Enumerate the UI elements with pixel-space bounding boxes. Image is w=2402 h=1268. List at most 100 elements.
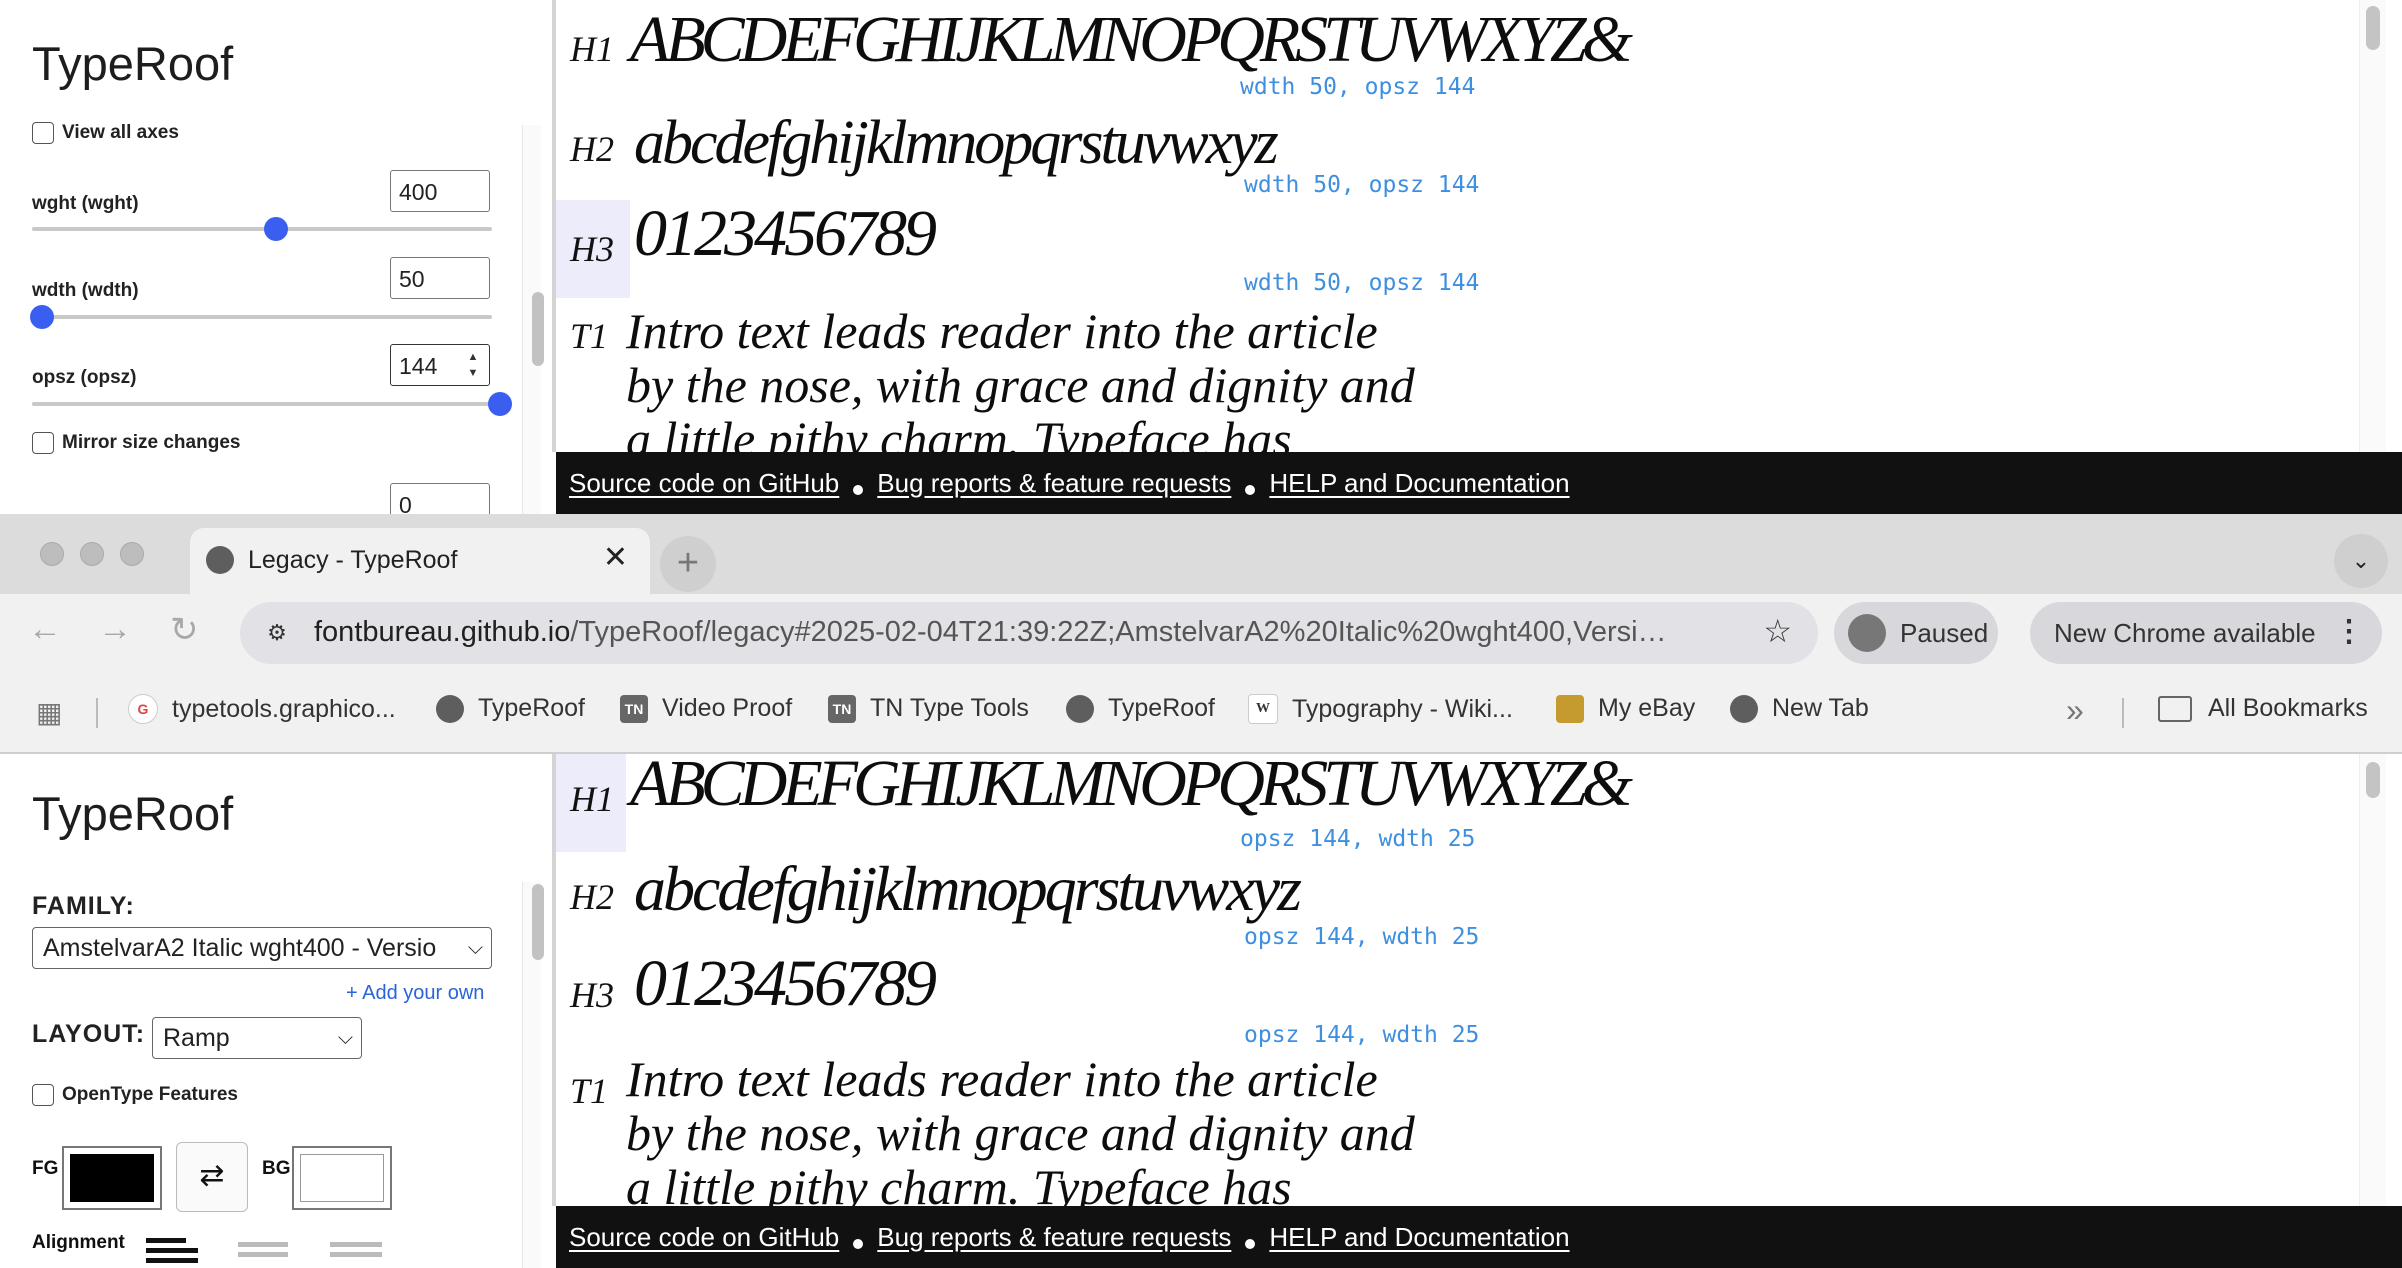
content-scroll-thumb[interactable] — [2366, 6, 2380, 50]
apps-grid-icon[interactable]: ▦ — [36, 696, 62, 729]
kebab-menu-icon[interactable]: ⋮ — [2334, 614, 2364, 649]
intro-paragraph: Intro text leads reader into the article… — [626, 1051, 1415, 1206]
tab-legacy-typeroof[interactable]: Legacy - TypeRoof ✕ — [190, 528, 650, 594]
bookmark-star-icon[interactable]: ☆ — [1763, 612, 1792, 650]
close-icon[interactable]: ✕ — [603, 540, 628, 575]
bookmark-label: New Tab — [1772, 694, 1869, 722]
content-scrollbar[interactable] — [2359, 0, 2386, 452]
bug-reports-link[interactable]: Bug reports & feature requests — [877, 468, 1231, 499]
row-label-t1: T1 — [570, 1071, 609, 1111]
update-chrome-button[interactable]: New Chrome available ⋮ — [2030, 602, 2382, 664]
align-left-icon[interactable] — [146, 1238, 206, 1268]
bookmark-item[interactable]: TN Video Proof — [620, 694, 792, 723]
axis-note: opsz 144, wdth 25 — [1244, 924, 1480, 950]
footer-bar: Source code on GitHub Bug reports & feat… — [556, 1206, 2402, 1268]
minimize-window-button[interactable] — [80, 542, 104, 566]
url-text[interactable]: fontbureau.github.io/TypeRoof/legacy#202… — [314, 616, 1667, 649]
bg-label: BG — [262, 1158, 291, 1179]
row-label-h2: H2 — [570, 877, 614, 917]
opsz-slider-thumb[interactable] — [488, 392, 512, 416]
opsz-value-input[interactable]: 144 ▲ ▼ — [390, 344, 490, 386]
github-link[interactable]: Source code on GitHub — [569, 468, 839, 499]
checkbox-box[interactable] — [32, 432, 54, 454]
opentype-features-checkbox[interactable]: OpenType Features — [32, 1084, 238, 1106]
align-center-icon[interactable] — [238, 1242, 298, 1268]
wdth-slider-track[interactable] — [32, 315, 492, 319]
specimen-uppercase: ABCDEFGHIJKLMNOPQRSTUVWXYZ& — [630, 754, 1633, 820]
toolbar: ← → ↻ ⚙ fontbureau.github.io/TypeRoof/le… — [0, 594, 2402, 674]
stepper-arrows[interactable]: ▲ ▼ — [462, 349, 484, 381]
bookmark-label: typetools.graphico... — [172, 694, 396, 723]
close-window-button[interactable] — [40, 542, 64, 566]
bg-color-fill — [300, 1154, 384, 1202]
separator-dot — [853, 485, 864, 495]
bookmark-item[interactable]: W Typography - Wiki... — [1248, 694, 1513, 724]
checkbox-box[interactable] — [32, 122, 54, 144]
row-label-h3[interactable]: H3 — [556, 200, 630, 298]
axis-note: opsz 144, wdth 25 — [1240, 826, 1476, 852]
bookmark-item[interactable]: New Tab — [1730, 694, 1869, 723]
opsz-slider-track[interactable] — [32, 402, 492, 406]
address-bar[interactable]: ⚙ fontbureau.github.io/TypeRoof/legacy#2… — [240, 602, 1818, 664]
github-link[interactable]: Source code on GitHub — [569, 1222, 839, 1253]
layout-select[interactable]: Ramp ⌵ — [152, 1017, 362, 1059]
bookmark-label: TypeRoof — [1108, 694, 1216, 722]
more-bookmarks-button[interactable]: » — [2066, 692, 2084, 729]
align-right-icon[interactable] — [330, 1242, 390, 1268]
family-select[interactable]: AmstelvarA2 Italic wght400 - Versio ⌵ — [32, 927, 492, 969]
row-label-h1: H1 — [570, 29, 614, 69]
avatar — [1848, 614, 1886, 652]
bookmark-item[interactable]: G typetools.graphico... — [128, 694, 396, 724]
wght-slider-track[interactable] — [32, 227, 492, 231]
bookmark-item[interactable]: TypeRoof — [436, 694, 585, 723]
mirror-size-checkbox[interactable]: Mirror size changes — [32, 432, 240, 454]
checkbox-box[interactable] — [32, 1084, 54, 1106]
bookmark-item[interactable]: TypeRoof — [1066, 694, 1215, 723]
profile-status: Paused — [1900, 618, 1989, 648]
wght-axis-label: wght (wght) — [32, 193, 139, 214]
checkbox-label: View all axes — [62, 122, 179, 143]
bookmark-item[interactable]: My eBay — [1556, 694, 1695, 723]
url-path: /TypeRoof/legacy#2025-02-04T21:39:22Z;Am… — [570, 616, 1667, 648]
tn-icon: TN — [620, 694, 648, 723]
bug-reports-link[interactable]: Bug reports & feature requests — [877, 1222, 1231, 1253]
all-bookmarks-button[interactable]: All Bookmarks — [2158, 694, 2368, 723]
fg-color-fill — [70, 1154, 154, 1202]
sidebar-scroll-thumb[interactable] — [532, 884, 544, 960]
bookmark-item[interactable]: TN TN Type Tools — [828, 694, 1029, 723]
axis-note: wdth 50, opsz 144 — [1244, 172, 1480, 198]
specimen-lowercase: abcdefghijklmnopqrstuvwxyz — [634, 109, 1279, 177]
wght-slider-thumb[interactable] — [263, 217, 288, 241]
row-label-h1[interactable]: H1 — [556, 754, 626, 852]
help-link[interactable]: HELP and Documentation — [1269, 1222, 1569, 1253]
reload-button[interactable]: ↻ — [170, 610, 199, 650]
zoom-window-button[interactable] — [120, 542, 144, 566]
content-scroll-thumb[interactable] — [2366, 762, 2380, 798]
specimen-figures: 0123456789 — [634, 197, 937, 270]
bg-color-swatch[interactable] — [292, 1146, 392, 1210]
wdth-value-input[interactable]: 50 — [390, 257, 490, 299]
app-title: TypeRoof — [32, 787, 234, 840]
swap-colors-button[interactable]: ⇄ — [176, 1142, 248, 1212]
chevron-down-icon: ⌄ — [2351, 548, 2371, 573]
site-info-icon[interactable]: ⚙ — [260, 616, 294, 650]
partial-value-input[interactable]: 0 — [390, 483, 490, 514]
tab-search-button[interactable]: ⌄ — [2334, 534, 2388, 588]
sidebar-scroll-thumb[interactable] — [532, 292, 544, 366]
forward-button[interactable]: → — [98, 610, 132, 649]
tab-title: Legacy - TypeRoof — [248, 546, 458, 574]
help-link[interactable]: HELP and Documentation — [1269, 468, 1569, 499]
bookmark-label: Video Proof — [662, 694, 793, 722]
new-tab-button[interactable]: + — [660, 536, 716, 592]
back-button[interactable]: ← — [28, 610, 62, 649]
layout-label: LAYOUT: — [32, 1020, 146, 1048]
content-scrollbar[interactable] — [2359, 754, 2386, 1206]
profile-button[interactable]: Paused — [1834, 602, 1998, 664]
axis-note: opsz 144, wdth 25 — [1244, 1022, 1480, 1048]
wdth-slider-thumb[interactable] — [30, 305, 54, 329]
wght-value-input[interactable]: 400 — [390, 170, 490, 212]
view-all-axes-checkbox[interactable]: View all axes — [32, 122, 179, 144]
globe-icon — [206, 546, 234, 574]
fg-color-swatch[interactable] — [62, 1146, 162, 1210]
add-your-own-link[interactable]: + Add your own — [346, 982, 484, 1005]
